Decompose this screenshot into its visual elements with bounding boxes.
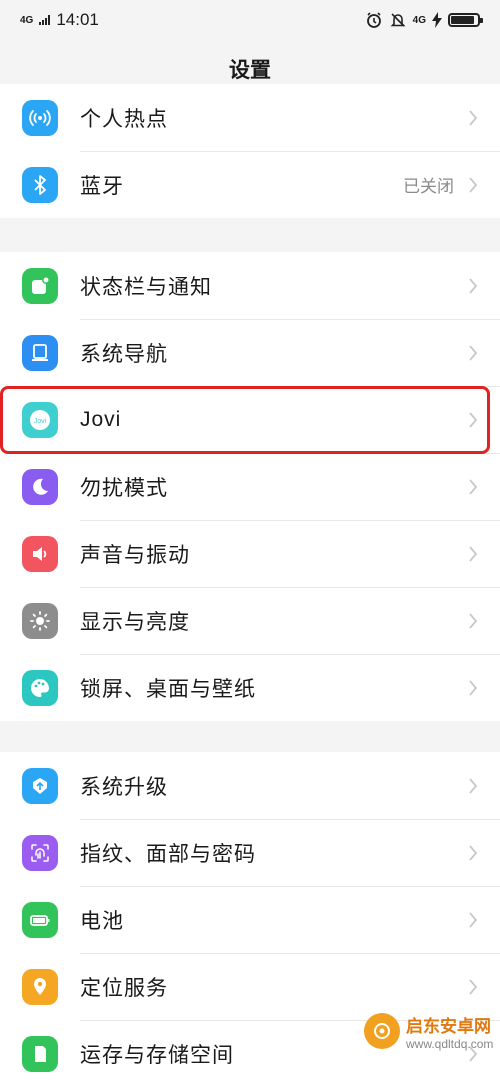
- battery-setting-icon: [22, 901, 58, 938]
- settings-item-lockscreen[interactable]: 锁屏、桌面与壁纸: [0, 654, 500, 721]
- status-time: 14:01: [56, 10, 99, 29]
- settings-item-label: 状态栏与通知: [80, 275, 212, 299]
- battery-icon: [448, 13, 483, 27]
- settings-group-display: 状态栏与通知 系统导航 Jovi Jovi 勿扰模式 声音与振动 显示与亮度 锁…: [0, 252, 500, 721]
- settings-item-label: Jovi: [80, 407, 122, 431]
- notification-icon: [22, 267, 58, 304]
- speaker-icon: [22, 535, 58, 572]
- settings-item-label: 运存与存储空间: [80, 1043, 234, 1067]
- hotspot-icon: [22, 99, 58, 136]
- chevron-right-icon: [469, 612, 478, 629]
- chevron-right-icon: [469, 911, 478, 928]
- settings-item-label: 指纹、面部与密码: [80, 842, 256, 866]
- bluetooth-icon: [22, 166, 58, 203]
- signal-strength-icon: [39, 15, 51, 25]
- chevron-right-icon: [469, 344, 478, 361]
- settings-item-do-not-disturb[interactable]: 勿扰模式: [0, 453, 500, 520]
- network-type-right: 4G: [412, 14, 426, 26]
- settings-item-navigation[interactable]: 系统导航: [0, 319, 500, 386]
- chevron-right-icon: [469, 109, 478, 126]
- settings-item-hotspot[interactable]: 个人热点: [0, 84, 500, 151]
- settings-item-label: 系统升级: [80, 775, 168, 799]
- settings-item-label: 个人热点: [80, 107, 168, 131]
- settings-group-network: 个人热点 蓝牙 已关闭: [0, 84, 500, 218]
- settings-item-label: 定位服务: [80, 976, 168, 1000]
- chevron-right-icon: [469, 478, 478, 495]
- chevron-right-icon: [469, 679, 478, 696]
- settings-item-label: 锁屏、桌面与壁纸: [80, 677, 256, 701]
- mute-bell-icon: [390, 13, 406, 27]
- upgrade-icon: [22, 767, 58, 804]
- status-bar: 4G 14:01 4G: [0, 0, 500, 40]
- svg-text:Jovi: Jovi: [34, 418, 47, 425]
- moon-icon: [22, 468, 58, 505]
- chevron-right-icon: [469, 545, 478, 562]
- bluetooth-status: 已关闭: [403, 177, 454, 196]
- settings-item-label: 系统导航: [80, 342, 168, 366]
- navigation-icon: [22, 334, 58, 371]
- settings-item-label: 显示与亮度: [80, 610, 190, 634]
- settings-item-label: 勿扰模式: [80, 476, 168, 500]
- settings-item-label: 蓝牙: [80, 174, 124, 198]
- watermark-url: www.qdltdq.com: [406, 1036, 494, 1051]
- settings-item-bluetooth[interactable]: 蓝牙 已关闭: [0, 151, 500, 218]
- settings-item-fingerprint[interactable]: 指纹、面部与密码: [0, 819, 500, 886]
- settings-item-display[interactable]: 显示与亮度: [0, 587, 500, 654]
- location-icon: [22, 968, 58, 1005]
- network-type-left: 4G: [20, 14, 34, 26]
- settings-item-sound[interactable]: 声音与振动: [0, 520, 500, 587]
- settings-item-jovi[interactable]: Jovi Jovi: [0, 386, 500, 453]
- chevron-right-icon: [469, 277, 478, 294]
- watermark-title: 启东安卓网: [406, 1016, 491, 1036]
- site-watermark: 启东安卓网 www.qdltdq.com: [364, 1006, 500, 1056]
- settings-item-system-upgrade[interactable]: 系统升级: [0, 752, 500, 819]
- settings-item-label: 电池: [80, 909, 124, 933]
- palette-icon: [22, 669, 58, 706]
- chevron-right-icon: [469, 176, 478, 193]
- chevron-right-icon: [469, 777, 478, 794]
- chevron-right-icon: [469, 411, 478, 428]
- watermark-logo-icon: [364, 1013, 400, 1049]
- settings-item-battery[interactable]: 电池: [0, 886, 500, 953]
- settings-item-label: 声音与振动: [80, 543, 190, 567]
- jovi-icon: Jovi: [22, 401, 58, 438]
- storage-icon: [22, 1035, 58, 1072]
- fingerprint-icon: [22, 834, 58, 871]
- settings-item-status-bar[interactable]: 状态栏与通知: [0, 252, 500, 319]
- chevron-right-icon: [469, 844, 478, 861]
- charging-icon: [432, 12, 442, 28]
- alarm-icon: [366, 12, 381, 28]
- brightness-icon: [22, 602, 58, 639]
- chevron-right-icon: [469, 978, 478, 995]
